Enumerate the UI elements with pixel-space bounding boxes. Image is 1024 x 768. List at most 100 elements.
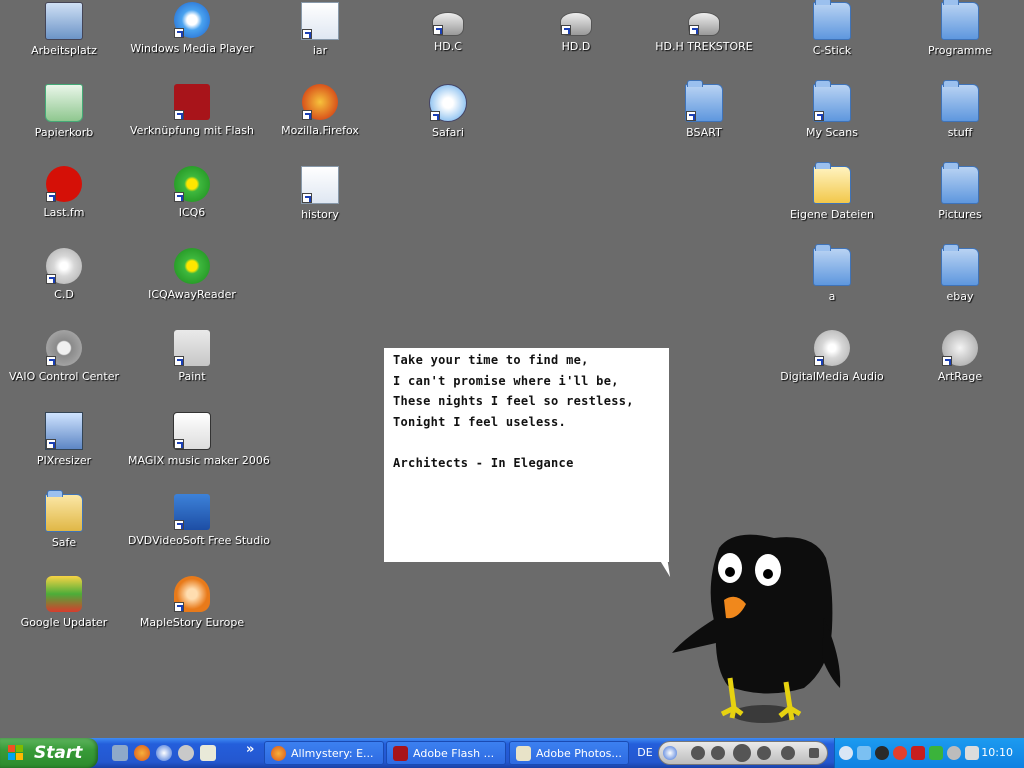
desktop-icon-history[interactable]: history (256, 166, 384, 244)
tray-monitor-icon[interactable] (965, 746, 979, 760)
desktop-icon-pixresizer[interactable]: PIXresizer (0, 412, 128, 490)
quicklaunch-paint-icon[interactable] (200, 745, 216, 761)
desktop-icon-hd-c[interactable]: HD.C (384, 2, 512, 80)
desktop-icon-label: Pictures (938, 208, 982, 221)
desktop-icon-artrage[interactable]: ArtRage (896, 330, 1024, 408)
desktop-icon-arbeitsplatz[interactable]: Arbeitsplatz (0, 2, 128, 80)
desktop-icon-label: ICQ6 (178, 206, 206, 219)
taskbar-button-adobe-photoshop[interactable]: Adobe Photos... (509, 741, 629, 765)
desktop-icon-label: HD.C (434, 40, 462, 53)
shortcut-arrow-icon (302, 110, 312, 120)
desktop-icon-label: Arbeitsplatz (31, 44, 97, 57)
tray-chevron-icon[interactable] (839, 746, 853, 760)
shortcut-arrow-icon (174, 192, 184, 202)
system-tray: 10:10 (834, 738, 1024, 768)
desktop-icon-dvdvideosoft-free-studio[interactable]: DVDVideoSoft Free Studio (128, 494, 270, 572)
lyric-line-2: I can't promise where i'll be, (393, 373, 619, 388)
volume-icon[interactable] (781, 746, 795, 760)
folder-open-icon (813, 162, 851, 204)
tray-antivirus-icon[interactable] (911, 746, 925, 760)
desktop-icon-google-updater[interactable]: Google Updater (0, 576, 128, 654)
desktop-icon-label: Windows Media Player (130, 42, 254, 55)
pix-icon (45, 412, 83, 450)
language-indicator[interactable]: DE (634, 741, 656, 765)
media-icon (174, 2, 210, 38)
desktop-icon-hd-h-trekstore[interactable]: HD.H TREKSTORE (640, 2, 768, 80)
desktop-icon-magix-music-maker-2006[interactable]: MAGIX music maker 2006 (128, 412, 270, 490)
quicklaunch-app-icon[interactable] (178, 745, 194, 761)
desktop-icon-a[interactable]: a (768, 244, 896, 326)
shortcut-arrow-icon (433, 25, 443, 35)
start-button[interactable]: Start (0, 738, 98, 768)
taskbar-button-adobe-flash[interactable]: Adobe Flash ... (386, 741, 506, 765)
desktop-icon-maplestory-europe[interactable]: MapleStory Europe (128, 576, 256, 654)
desktop-icon-safari[interactable]: Safari (384, 84, 512, 162)
desktop-icon-programme[interactable]: Programme (896, 0, 1024, 80)
shortcut-arrow-icon (46, 274, 56, 284)
clock[interactable]: 10:10 (981, 738, 1013, 768)
quicklaunch-more-button[interactable]: » (246, 742, 254, 757)
lyric-line-1: Take your time to find me, (393, 353, 589, 367)
stop-icon[interactable] (691, 746, 705, 760)
gear-icon (46, 330, 82, 366)
desktop-icon-paint[interactable]: Paint (128, 330, 256, 408)
desktop-icon-eigene-dateien[interactable]: Eigene Dateien (768, 162, 896, 244)
recycle-icon (45, 84, 83, 122)
desktop-icon-label: MAGIX music maker 2006 (128, 454, 270, 467)
tray-lan-icon[interactable] (929, 746, 943, 760)
desktop-icon-my-scans[interactable]: My Scans (768, 80, 896, 162)
desktop-icon-verkn-pfung-mit-flash[interactable]: Verknüpfung mit Flash (128, 84, 256, 162)
desktop-icon-iar[interactable]: iar (256, 2, 384, 80)
desktop-icon-label: history (301, 208, 339, 221)
desktop-icon-safe[interactable]: Safe (0, 490, 128, 572)
pause-icon[interactable] (733, 744, 751, 762)
desktop-icon-mozilla-firefox[interactable]: Mozilla.Firefox (256, 84, 384, 162)
desktop[interactable]: Arbeitsplatz Windows Media Player iar HD.C H… (0, 0, 1024, 738)
taskbar-button-allmystery[interactable]: Allmystery: E... (264, 741, 384, 765)
updater-icon (46, 576, 82, 612)
desktop-icon-label: My Scans (806, 126, 858, 139)
desktop-icon-label: ebay (946, 290, 974, 303)
quicklaunch-firefox-icon[interactable] (134, 745, 150, 761)
desktop-icon-ebay[interactable]: ebay (896, 244, 1024, 326)
quicklaunch-show-desktop-icon[interactable] (112, 745, 128, 761)
desktop-icon-label: Eigene Dateien (789, 208, 875, 221)
quicklaunch-media-player-icon[interactable] (156, 745, 172, 761)
desktop-icon-label: DigitalMedia Audio (780, 370, 884, 383)
computer-icon (45, 2, 83, 40)
folder-icon (941, 0, 979, 40)
shortcut-arrow-icon (46, 192, 56, 202)
tray-app-icon-2[interactable] (893, 746, 907, 760)
desktop-icon-vaio-control-center[interactable]: VAIO Control Center (0, 330, 128, 408)
desktop-icon-c-stick[interactable]: C-Stick (768, 0, 896, 80)
previous-icon[interactable] (711, 746, 725, 760)
desktop-icon-label: VAIO Control Center (8, 370, 120, 383)
lyric-credit: Architects - In Elegance (393, 455, 574, 470)
taskbar-button-label: Adobe Photos... (536, 747, 622, 760)
desktop-icon-icq6[interactable]: ICQ6 (128, 166, 256, 244)
desktop-icon-windows-media-player[interactable]: Windows Media Player (128, 2, 256, 80)
desktop-icon-last-fm[interactable]: Last.fm (0, 166, 128, 244)
desktop-icon-pictures[interactable]: Pictures (896, 162, 1024, 244)
tray-network-icon[interactable] (857, 746, 871, 760)
desktop-icon-c-d[interactable]: C.D (0, 248, 128, 326)
flash-icon (393, 746, 408, 761)
firefox-icon (271, 746, 286, 761)
desktop-icon-stuff[interactable]: stuff (896, 80, 1024, 162)
desktop-icon-papierkorb[interactable]: Papierkorb (0, 84, 128, 162)
desktop-icon-icqawayreader[interactable]: ICQAwayReader (128, 248, 256, 326)
restore-icon[interactable] (809, 748, 819, 758)
tray-app-icon-3[interactable] (947, 746, 961, 760)
desktop-icon-digitalmedia-audio[interactable]: DigitalMedia Audio (768, 330, 896, 408)
next-icon[interactable] (757, 746, 771, 760)
desktop-icon-label: Papierkorb (34, 126, 94, 139)
windows-logo-icon (8, 745, 24, 761)
desktop-icon-bsart[interactable]: BSART (640, 80, 768, 162)
shortcut-arrow-icon (174, 28, 184, 38)
wmp-logo-icon[interactable] (663, 746, 677, 760)
lastfm-icon (46, 166, 82, 202)
drive-icon (432, 12, 464, 36)
tray-app-icon-1[interactable] (875, 746, 889, 760)
desktop-icon-hd-d[interactable]: HD.D (512, 2, 640, 80)
lyric-line-4: Tonight I feel useless. (393, 414, 567, 429)
